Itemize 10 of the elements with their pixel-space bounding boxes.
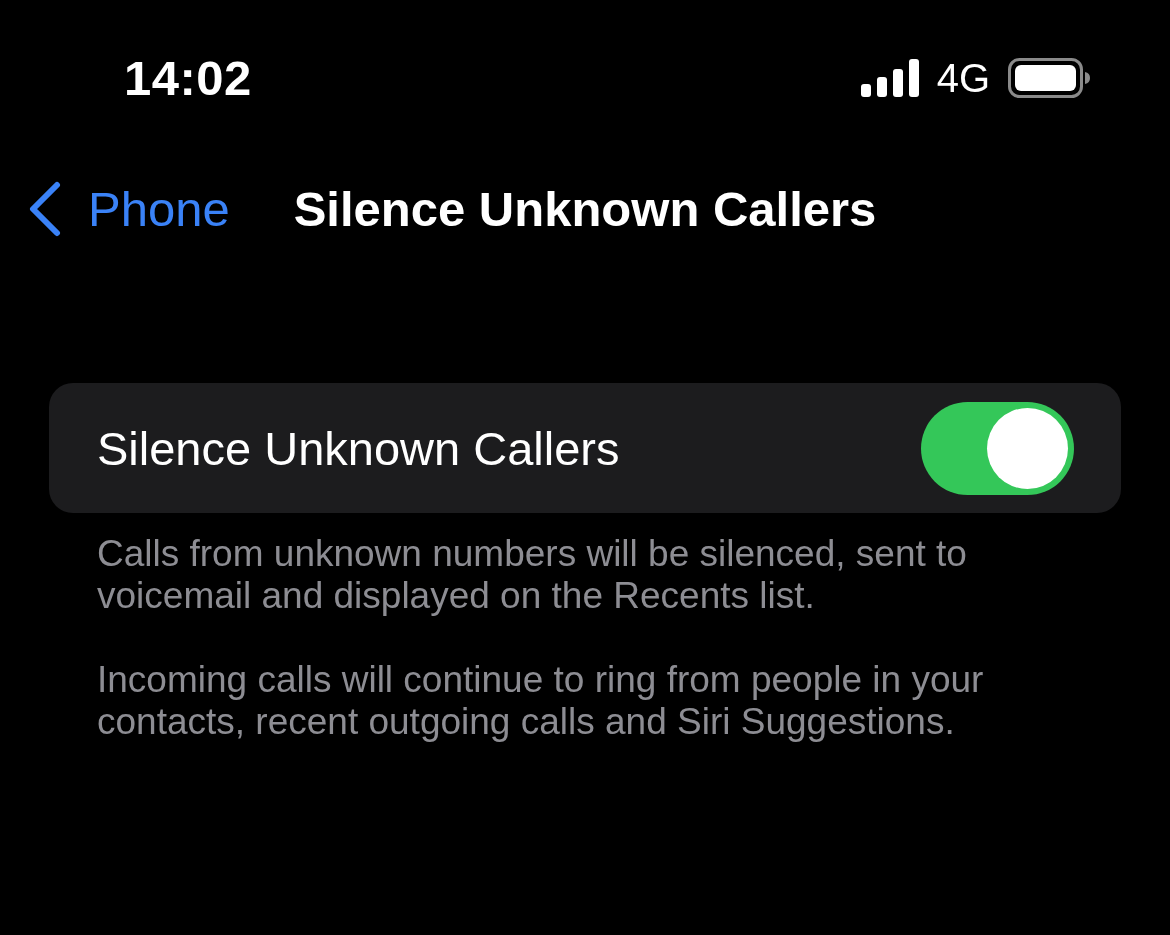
setting-label: Silence Unknown Callers (97, 420, 620, 476)
back-button[interactable]: Phone (28, 181, 230, 237)
chevron-left-icon (28, 181, 62, 237)
battery-icon (1008, 58, 1090, 98)
footer-note: Calls from unknown numbers will be silenced, sent to voicemail and displayed on the Recents list. (97, 533, 968, 617)
footer-note: Incoming calls will continue to ring from people in your contacts, recent outgoing calls and Siri Suggestions. (97, 659, 985, 743)
signal-icon (860, 59, 919, 97)
network-label: 4G (936, 55, 990, 101)
clock-time: 14:02 (124, 50, 252, 106)
page-title: Silence Unknown Callers (293, 181, 877, 237)
